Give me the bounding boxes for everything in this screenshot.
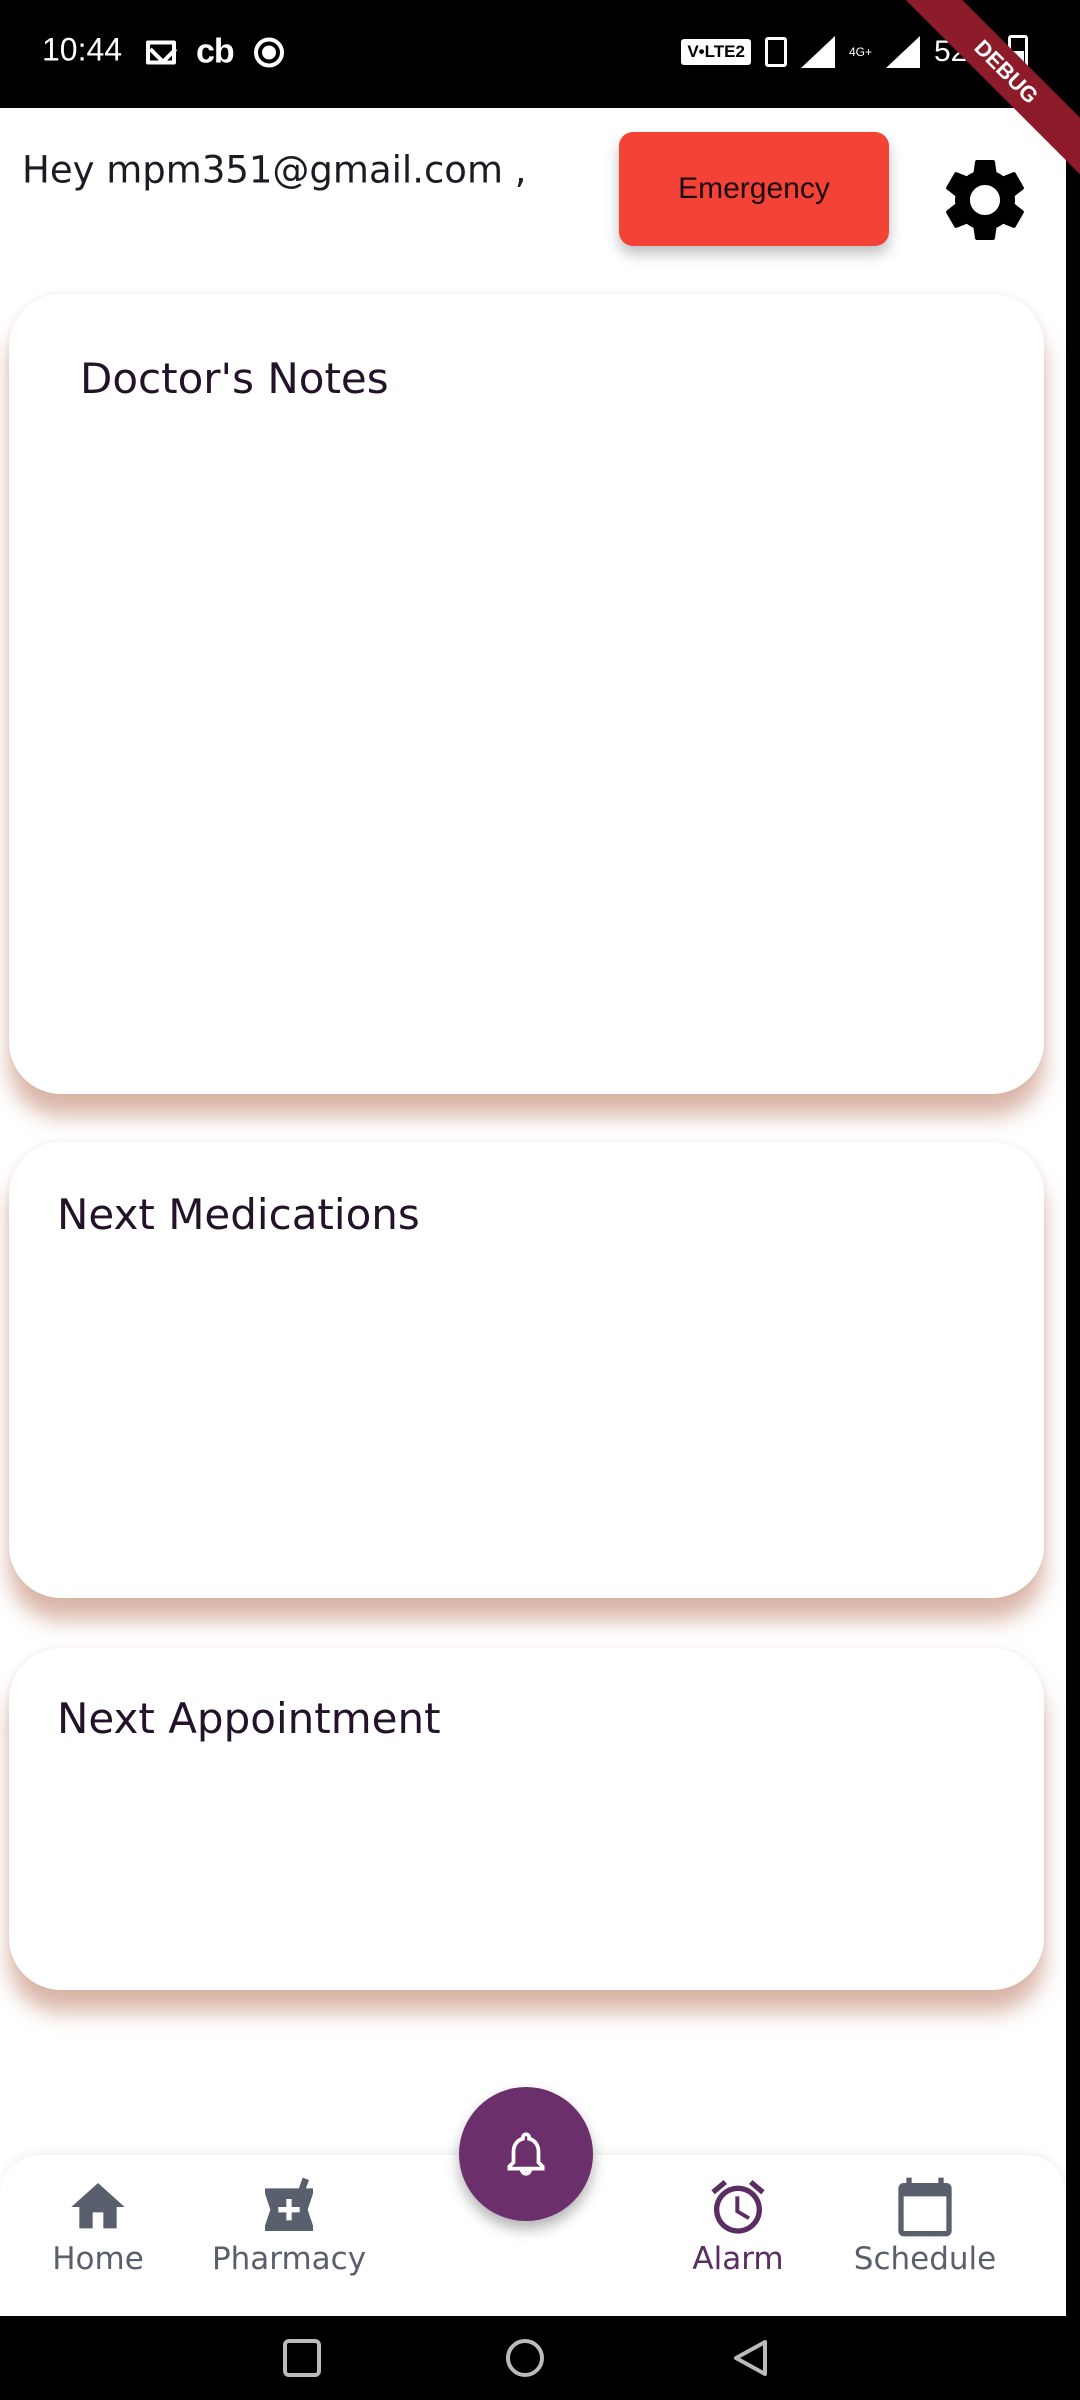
status-time: 10:44 xyxy=(42,31,123,68)
settings-button[interactable] xyxy=(935,150,1035,250)
greeting-text: Hey mpm351@gmail.com , xyxy=(22,148,527,192)
next-appointment-title: Next Appointment xyxy=(57,1694,441,1743)
nav-label-home: Home xyxy=(52,2241,144,2277)
bell-icon xyxy=(507,2132,545,2176)
nav-item-home[interactable]: Home xyxy=(48,2175,148,2277)
record-icon xyxy=(253,37,284,67)
next-medications-card: Next Medications xyxy=(9,1142,1044,1598)
nav-label-schedule: Schedule xyxy=(853,2241,997,2277)
network-type: 4G+ xyxy=(848,45,872,59)
next-appointment-card: Next Appointment xyxy=(9,1648,1044,1990)
emergency-button-label: Emergency xyxy=(678,172,830,205)
home-icon xyxy=(71,2183,125,2229)
nav-label-alarm: Alarm xyxy=(692,2241,784,2277)
nav-item-pharmacy[interactable]: Pharmacy xyxy=(209,2175,369,2277)
nav-item-schedule[interactable]: Schedule xyxy=(851,2175,999,2277)
pharmacy-icon xyxy=(265,2177,313,2231)
home-button-icon[interactable] xyxy=(504,2337,546,2379)
emergency-button[interactable]: Emergency xyxy=(619,132,889,246)
recents-icon[interactable] xyxy=(282,2338,322,2378)
calendar-icon xyxy=(898,2177,952,2237)
app-screen: Hey mpm351@gmail.com , Emergency Doctor'… xyxy=(0,108,1066,2316)
volte-badge: V•LTE2 xyxy=(681,39,751,65)
notification-icons: cb xyxy=(146,33,284,72)
doctors-notes-card: Doctor's Notes xyxy=(9,294,1044,1094)
back-icon[interactable] xyxy=(730,2338,770,2378)
doctors-notes-title: Doctor's Notes xyxy=(80,354,389,403)
alarm-icon xyxy=(711,2179,765,2234)
status-bar: 10:44 cb V•LTE2 4G+ 52% xyxy=(0,0,1080,108)
next-medications-title: Next Medications xyxy=(57,1190,420,1239)
notifications-fab[interactable] xyxy=(459,2087,593,2221)
gmail-icon xyxy=(146,40,176,64)
cb-app-icon: cb xyxy=(196,32,235,71)
nav-item-alarm[interactable]: Alarm xyxy=(688,2175,788,2277)
nav-label-pharmacy: Pharmacy xyxy=(211,2241,367,2277)
system-nav-bar xyxy=(0,2316,1080,2400)
signal-icon-2 xyxy=(885,36,920,68)
signal-icon xyxy=(800,36,835,68)
gear-icon xyxy=(946,159,1024,240)
vibrate-icon xyxy=(764,37,787,67)
